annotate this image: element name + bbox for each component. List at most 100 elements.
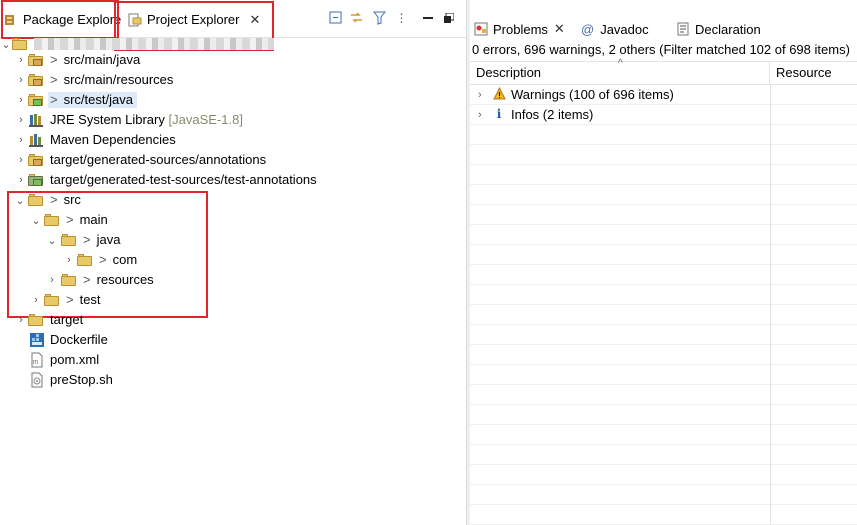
tree-row-jre-system-library[interactable]: › JRE System Library [JavaSE-1.8]	[0, 110, 466, 130]
chevron-right-icon[interactable]: ›	[63, 250, 75, 270]
tree-prefix: >	[99, 252, 107, 267]
tree-label: src/main/java	[63, 52, 141, 67]
test-source-folder-icon	[28, 174, 44, 187]
chevron-down-icon[interactable]: ⌄	[30, 210, 42, 230]
maximize-icon[interactable]	[441, 10, 456, 25]
tree-row-src-main-resources[interactable]: › > src/main/resources	[0, 70, 466, 90]
eclipse-workbench: Package Explorer Project Explorer ✕ ⋮ ⌄ …	[0, 0, 857, 525]
chevron-right-icon[interactable]: ›	[30, 290, 42, 310]
minimize-icon[interactable]	[420, 10, 435, 25]
tab-problems[interactable]: Problems ✕	[474, 19, 565, 39]
folder-icon	[61, 274, 77, 287]
table-row-empty	[470, 385, 857, 405]
chevron-right-icon[interactable]: ›	[478, 105, 482, 125]
view-menu-icon[interactable]: ⋮	[394, 10, 409, 25]
tree-prefix: >	[50, 192, 58, 207]
table-row-empty	[470, 365, 857, 385]
link-with-editor-icon[interactable]	[349, 10, 364, 25]
tree-label: target/generated-test-sources/test-annot…	[50, 172, 317, 187]
table-row-empty	[470, 425, 857, 445]
table-row-empty	[470, 165, 857, 185]
table-row-empty	[470, 245, 857, 265]
table-row-empty	[470, 125, 857, 145]
filter-icon[interactable]	[372, 10, 387, 25]
chevron-right-icon[interactable]: ›	[15, 170, 27, 190]
tree-row-java[interactable]: ⌄ > java	[0, 230, 466, 250]
table-row-empty	[470, 285, 857, 305]
tree-row-src-main-java[interactable]: › > src/main/java	[0, 50, 466, 70]
tree-row-main[interactable]: ⌄ > main	[0, 210, 466, 230]
tree-label: JRE System Library	[50, 112, 165, 127]
table-row-label: Infos (2 items)	[511, 107, 594, 122]
chevron-right-icon[interactable]: ›	[15, 110, 27, 130]
folder-icon	[44, 294, 60, 307]
tab-javadoc[interactable]: @ Javadoc	[581, 19, 649, 39]
chevron-down-icon[interactable]: ⌄	[46, 230, 58, 250]
table-row-infos[interactable]: › i Infos (2 items)	[470, 105, 857, 125]
tree-row-com[interactable]: › > com	[0, 250, 466, 270]
table-row-empty	[470, 305, 857, 325]
at-sign-icon: @	[581, 21, 595, 37]
tree-row-resources[interactable]: › > resources	[0, 270, 466, 290]
table-row-empty	[470, 265, 857, 285]
tree-label: java	[96, 232, 121, 247]
column-header-description-label: Description	[476, 65, 542, 80]
table-row-empty	[470, 445, 857, 465]
problems-icon	[474, 22, 488, 36]
tree-prefix: >	[66, 292, 74, 307]
chevron-right-icon[interactable]: ›	[15, 130, 27, 150]
tree-label: Maven Dependencies	[50, 132, 176, 147]
table-row-empty	[470, 465, 857, 485]
problems-summary: 0 errors, 696 warnings, 2 others (Filter…	[472, 42, 850, 57]
chevron-right-icon[interactable]: ›	[15, 50, 27, 70]
column-header-resource[interactable]: Resource	[770, 62, 857, 85]
tree-label: target	[50, 312, 84, 327]
tree-row-src[interactable]: ⌄ > src	[0, 190, 466, 210]
chevron-down-icon[interactable]: ⌄	[14, 190, 26, 210]
table-row-empty	[470, 485, 857, 505]
dockerfile-icon	[29, 332, 45, 348]
source-folder-icon	[28, 74, 44, 87]
tree-label: target/generated-sources/annotations	[50, 152, 267, 167]
tree-prefix: >	[50, 92, 58, 107]
sort-ascending-icon: ^	[618, 58, 623, 69]
chevron-right-icon[interactable]: ›	[15, 70, 27, 90]
tree-row-pom-xml[interactable]: m pom.xml	[0, 350, 466, 370]
tree-prefix: >	[50, 52, 58, 67]
tree-label: pom.xml	[50, 352, 100, 367]
chevron-right-icon[interactable]: ›	[15, 90, 27, 110]
tree-row-maven-dependencies[interactable]: › Maven Dependencies	[0, 130, 466, 150]
tree-row-test[interactable]: › > test	[0, 290, 466, 310]
shell-file-icon	[29, 372, 45, 388]
folder-icon	[28, 194, 44, 207]
chevron-right-icon[interactable]: ›	[15, 150, 27, 170]
column-divider	[770, 85, 771, 105]
table-row-label: Warnings (100 of 696 items)	[511, 87, 674, 102]
tree-row-target[interactable]: › target	[0, 310, 466, 330]
chevron-right-icon[interactable]: ›	[46, 270, 58, 290]
folder-icon	[44, 214, 60, 227]
chevron-right-icon[interactable]: ›	[478, 85, 482, 105]
tab-declaration[interactable]: Declaration	[676, 19, 761, 39]
column-header-resource-label: Resource	[776, 65, 832, 80]
tree-row-generated-test-sources[interactable]: › target/generated-test-sources/test-ann…	[0, 170, 466, 190]
table-row-warnings[interactable]: › Warnings (100 of 696 items)	[470, 85, 857, 105]
close-icon[interactable]: ✕	[554, 21, 565, 37]
tree-row-prestop-sh[interactable]: preStop.sh	[0, 370, 466, 390]
tree-row-dockerfile[interactable]: Dockerfile	[0, 330, 466, 350]
tree-row-src-test-java[interactable]: › > src/test/java	[0, 90, 466, 110]
table-row-empty	[470, 345, 857, 365]
tree-row-generated-sources[interactable]: › target/generated-sources/annotations	[0, 150, 466, 170]
folder-icon	[61, 234, 77, 247]
problems-view: Problems ✕ @ Javadoc Declaration 0 error…	[470, 0, 857, 525]
tab-declaration-label: Declaration	[695, 21, 761, 37]
library-icon	[29, 132, 45, 148]
tree-label: preStop.sh	[50, 372, 113, 387]
problems-table-header: ^ Description Resource	[470, 58, 857, 85]
collapse-all-icon[interactable]	[328, 10, 343, 25]
tree-label: src/main/resources	[63, 72, 174, 87]
table-row-empty	[470, 505, 857, 525]
chevron-right-icon[interactable]: ›	[15, 310, 27, 330]
info-icon: i	[496, 107, 502, 121]
column-header-description[interactable]: ^ Description	[470, 58, 770, 85]
